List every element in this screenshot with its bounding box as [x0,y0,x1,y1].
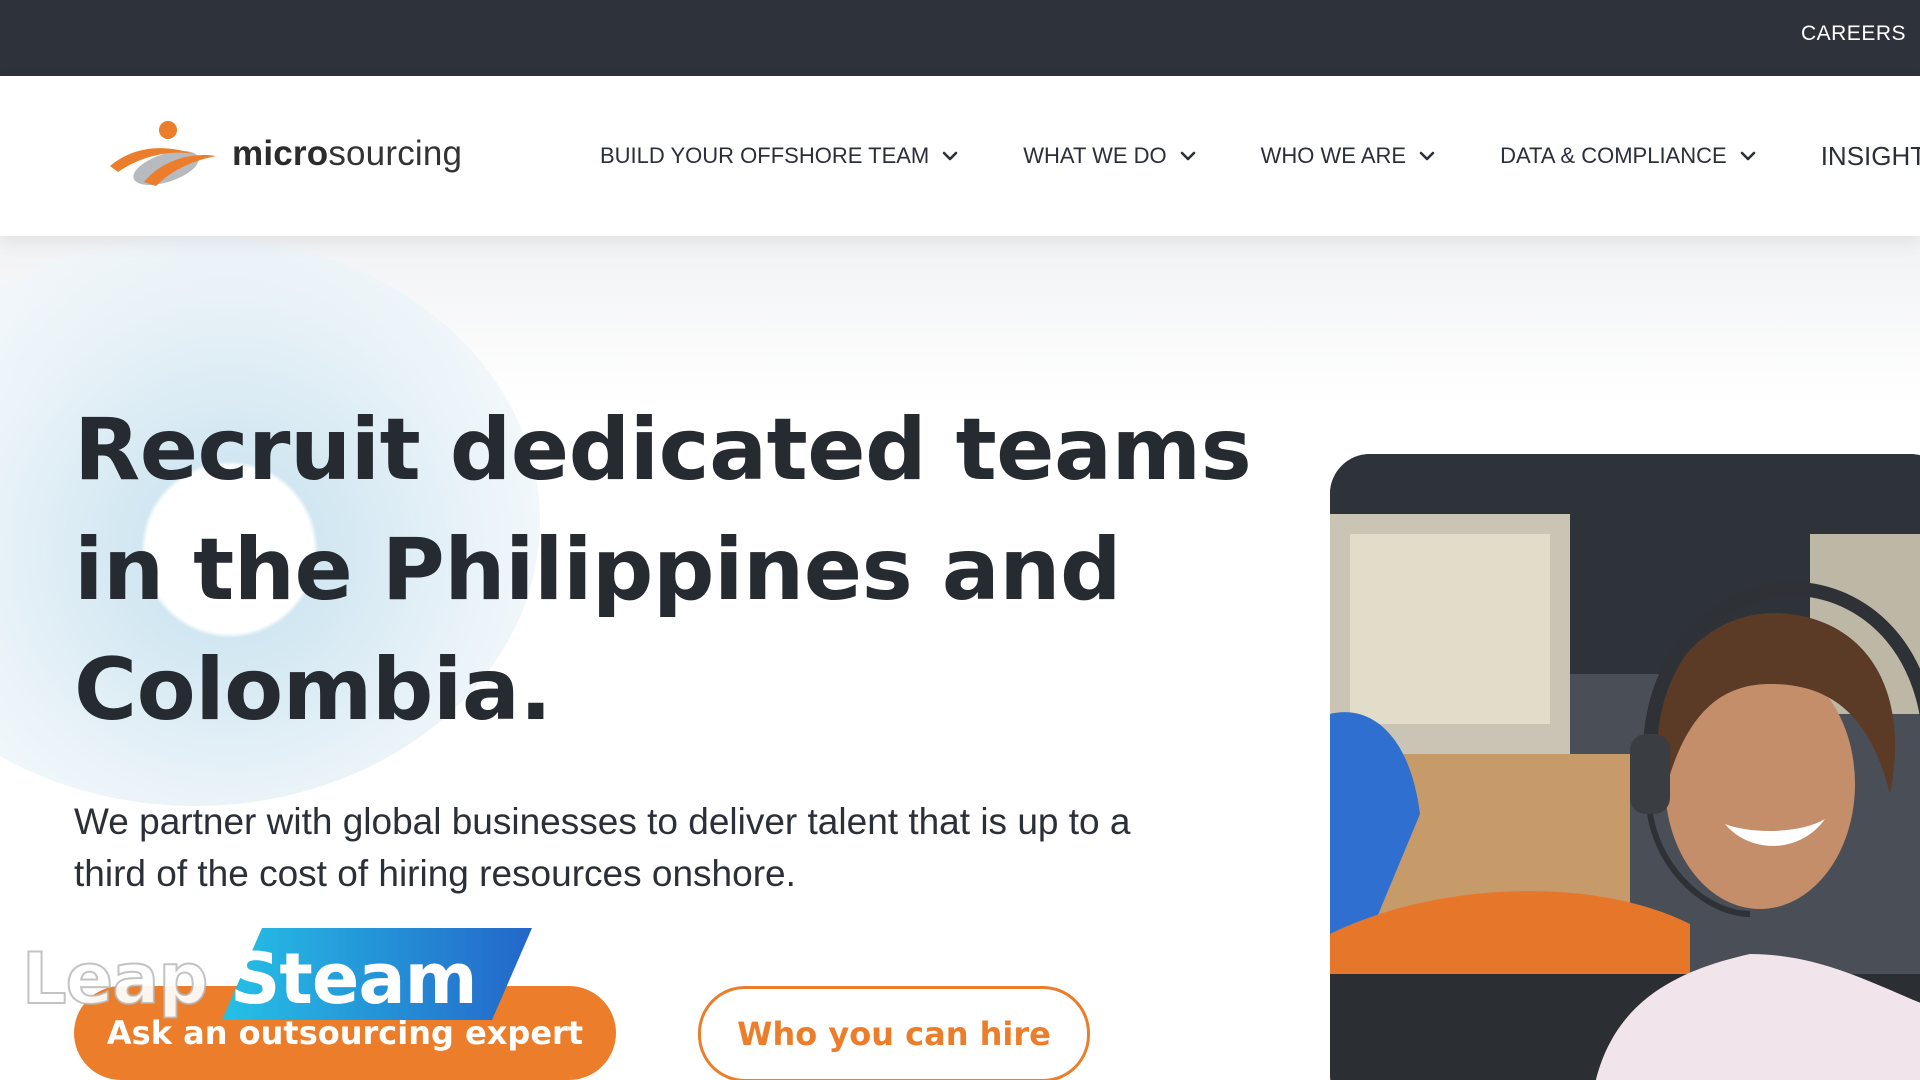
headline-line: in the Philippines and [74,520,1122,620]
hero-section: Recruit dedicated teams in the Philippin… [0,236,1920,1080]
hero-photo-agent-with-headset [1330,454,1920,1080]
chevron-down-icon [942,151,958,161]
nav-label: DATA & COMPLIANCE [1500,143,1727,168]
subheading-line: We partner with global businesses to del… [74,801,1131,842]
nav-build-offshore-team[interactable]: BUILD YOUR OFFSHORE TEAM [600,143,959,169]
nav-label: BUILD YOUR OFFSHORE TEAM [600,143,930,168]
top-utility-bar: CAREERS [0,0,1920,76]
chevron-down-icon [1180,151,1195,161]
microsourcing-logo[interactable]: microsourcing [104,116,484,196]
ask-expert-button[interactable]: Ask an outsourcing expert [74,986,616,1080]
nav-who-we-are[interactable]: WHO WE ARE [1261,143,1436,169]
chevron-down-icon [1419,151,1435,161]
photo-illustration [1330,454,1920,1080]
logo-text-regular: sourcing [328,134,463,173]
logo-wordmark: microsourcing [232,134,462,174]
nav-label: WHAT WE DO [1023,143,1167,168]
hero-headline: Recruit dedicated teams in the Philippin… [74,390,1294,750]
hero-subheading: We partner with global businesses to del… [74,796,1254,900]
who-you-can-hire-button[interactable]: Who you can hire [698,986,1090,1080]
primary-nav: BUILD YOUR OFFSHORE TEAM WHAT WE DO WHO … [600,76,1920,236]
nav-label: WHO WE ARE [1260,143,1407,168]
main-navbar: microsourcing BUILD YOUR OFFSHORE TEAM W… [0,76,1920,236]
logo-mark-icon [110,121,216,186]
nav-insights[interactable]: INSIGHTS [1821,141,1920,172]
headline-line: Colombia. [74,640,552,740]
nav-label: INSIGHTS [1820,140,1920,171]
logo-text-bold: micro [232,134,329,173]
nav-what-we-do[interactable]: WHAT WE DO [1023,143,1196,169]
subheading-line: third of the cost of hiring resources on… [74,853,796,894]
chevron-down-icon [1740,151,1755,161]
headline-line: Recruit dedicated teams [74,400,1252,500]
careers-link[interactable]: CAREERS [1801,22,1906,46]
nav-data-compliance[interactable]: DATA & COMPLIANCE [1500,143,1757,169]
